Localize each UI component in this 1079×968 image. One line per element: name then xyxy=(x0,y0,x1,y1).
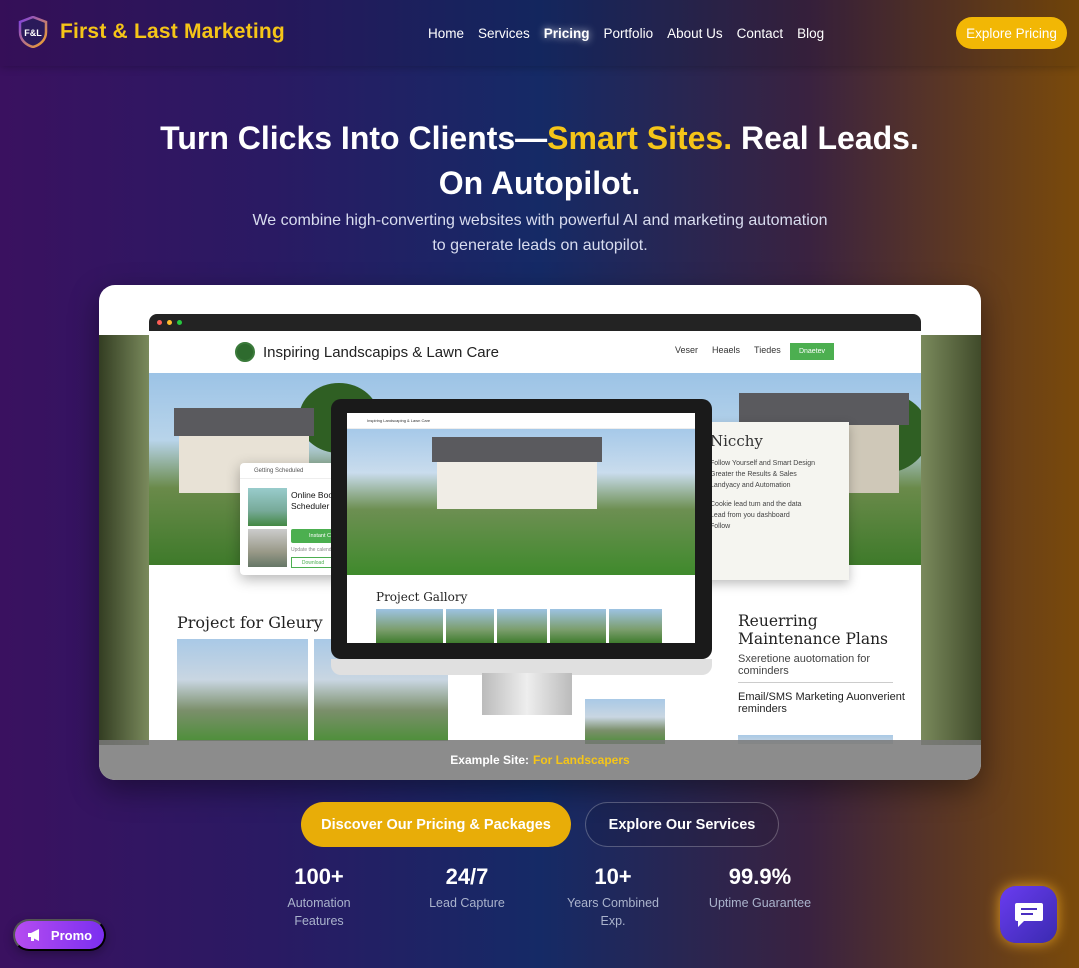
megaphone-icon xyxy=(27,929,39,941)
stat-label: Lead Capture xyxy=(429,896,505,910)
stat-value: 100+ xyxy=(294,864,344,889)
roof-shape xyxy=(174,408,314,436)
feature-card-line: Follow xyxy=(710,523,731,530)
hero-title: Turn Clicks Into Clients—Smart Sites. Re… xyxy=(0,116,1079,206)
hero-title-line2: On Autopilot. xyxy=(438,165,641,201)
mock-nav-item: Veser xyxy=(675,345,699,355)
hero-subtitle: We combine high-converting websites with… xyxy=(240,208,840,258)
showcase-blur-left xyxy=(99,335,149,745)
mock-site-name: Inspiring Landscapips & Lawn Care xyxy=(263,343,499,361)
gallery-photo xyxy=(376,609,443,643)
stat-value: 10+ xyxy=(594,864,632,889)
stat-value: 24/7 xyxy=(445,864,489,889)
nav-link-services[interactable]: Services xyxy=(478,26,530,41)
hero-subtitle-line1: We combine high-converting websites with… xyxy=(252,212,828,229)
roof-shape xyxy=(739,393,909,425)
stat-value: 99.9% xyxy=(728,864,792,889)
example-site-showcase: Inspiring Landscapips & Lawn Care Veser … xyxy=(99,285,981,780)
imac-stand xyxy=(482,673,572,715)
booking-thumbnail xyxy=(248,488,287,526)
maintenance-title: Reuerring Maintenance Plans xyxy=(738,612,889,648)
feature-card-title: Nicchy xyxy=(710,432,763,450)
imac-site-header: Inspiring Landscaping & Lawn Care xyxy=(347,413,695,429)
feature-card: Nicchy Follow Yourself and Smart Design … xyxy=(704,422,849,580)
stat-label: Years Combined Exp. xyxy=(567,896,659,928)
chat-button[interactable] xyxy=(1000,886,1057,943)
hero-title-highlight: Smart Sites. xyxy=(547,120,733,156)
mock-site-button: Dnaetev xyxy=(790,343,834,360)
nav-link-about[interactable]: About Us xyxy=(667,26,723,41)
feature-card-line: Cookie lead tum and the data xyxy=(710,501,802,508)
stat-uptime: 99.9% Uptime Guarantee xyxy=(700,864,820,912)
caption-prefix: Example Site: xyxy=(450,753,529,767)
mock-nav-item: Tiedes xyxy=(754,345,781,355)
close-dot-icon xyxy=(157,320,162,325)
project-photo xyxy=(585,699,665,744)
hero-title-part2: Real Leads. xyxy=(732,120,919,156)
maintenance-text: Sxeretione auotomation for cominders xyxy=(738,653,871,677)
gallery-photo xyxy=(446,609,494,643)
mock-site-nav: Veser Heaels Tiedes xyxy=(675,345,781,355)
minimize-dot-icon xyxy=(167,320,172,325)
imac-mockup: Inspiring Landscaping & Lawn Care Projec… xyxy=(331,399,712,659)
brand-name: First & Last Marketing xyxy=(60,20,285,43)
gallery-title: Project Gallory xyxy=(376,590,468,604)
logo[interactable]: F&L First & Last Marketing xyxy=(18,16,285,48)
leaf-logo-icon xyxy=(235,342,255,362)
house-shape xyxy=(437,459,597,509)
caption-highlight: For Landscapers xyxy=(533,753,630,767)
hero-title-part1: Turn Clicks Into Clients— xyxy=(160,120,548,156)
top-nav: F&L First & Last Marketing Home Services… xyxy=(0,0,1079,66)
imac-screen: Inspiring Landscaping & Lawn Care Projec… xyxy=(347,413,695,643)
maximize-dot-icon xyxy=(177,320,182,325)
stat-automation: 100+ Automation Features xyxy=(259,864,379,930)
project-title: Project for Gleury xyxy=(177,613,323,632)
promo-label: Promo xyxy=(50,927,93,943)
project-photo xyxy=(177,639,308,741)
gallery-photo xyxy=(497,609,547,643)
shield-logo-icon: F&L xyxy=(18,16,48,48)
nav-link-blog[interactable]: Blog xyxy=(797,26,824,41)
imac-hero-image xyxy=(347,429,695,575)
stat-label: Automation Features xyxy=(287,896,351,928)
gallery-photo xyxy=(609,609,662,643)
explore-pricing-button[interactable]: Explore Pricing xyxy=(956,17,1067,49)
feature-card-line: Landyacy and Automation xyxy=(710,482,791,489)
stat-lead-capture: 24/7 Lead Capture xyxy=(407,864,527,912)
hero-subtitle-line2: to generate leads on autopilot. xyxy=(432,237,648,254)
nav-link-home[interactable]: Home xyxy=(428,26,464,41)
chat-icon xyxy=(1014,902,1043,927)
feature-card-line: Follow Yourself and Smart Design xyxy=(710,460,816,467)
explore-services-button[interactable]: Explore Our Services xyxy=(585,802,779,847)
booking-download-button: Download xyxy=(291,557,335,568)
promo-button[interactable]: Promo xyxy=(13,919,106,951)
showcase-blur-right xyxy=(921,335,981,745)
nav-links: Home Services Pricing Portfolio About Us… xyxy=(428,26,838,41)
svg-text:F&L: F&L xyxy=(24,28,42,38)
nav-link-pricing[interactable]: Pricing xyxy=(544,26,590,41)
nav-link-portfolio[interactable]: Portfolio xyxy=(604,26,654,41)
maintenance-text: Email/SMS Marketing Auonverient reminder… xyxy=(738,691,905,715)
booking-thumbnail xyxy=(248,529,287,567)
feature-card-line: Lead from you dashboard xyxy=(710,512,790,519)
gallery-photo xyxy=(550,609,606,643)
divider xyxy=(738,682,893,683)
nav-link-contact[interactable]: Contact xyxy=(737,26,784,41)
discover-pricing-button[interactable]: Discover Our Pricing & Packages xyxy=(301,802,571,847)
stat-experience: 10+ Years Combined Exp. xyxy=(553,864,673,930)
mock-site-header: Inspiring Landscapips & Lawn Care Veser … xyxy=(149,331,921,373)
browser-titlebar xyxy=(149,314,921,331)
stat-label: Uptime Guarantee xyxy=(708,896,812,910)
roof-shape xyxy=(432,437,602,462)
showcase-caption: Example Site: For Landscapers xyxy=(99,740,981,780)
feature-card-line: Greater the Results & Sales xyxy=(710,471,797,478)
mock-nav-item: Heaels xyxy=(712,345,741,355)
